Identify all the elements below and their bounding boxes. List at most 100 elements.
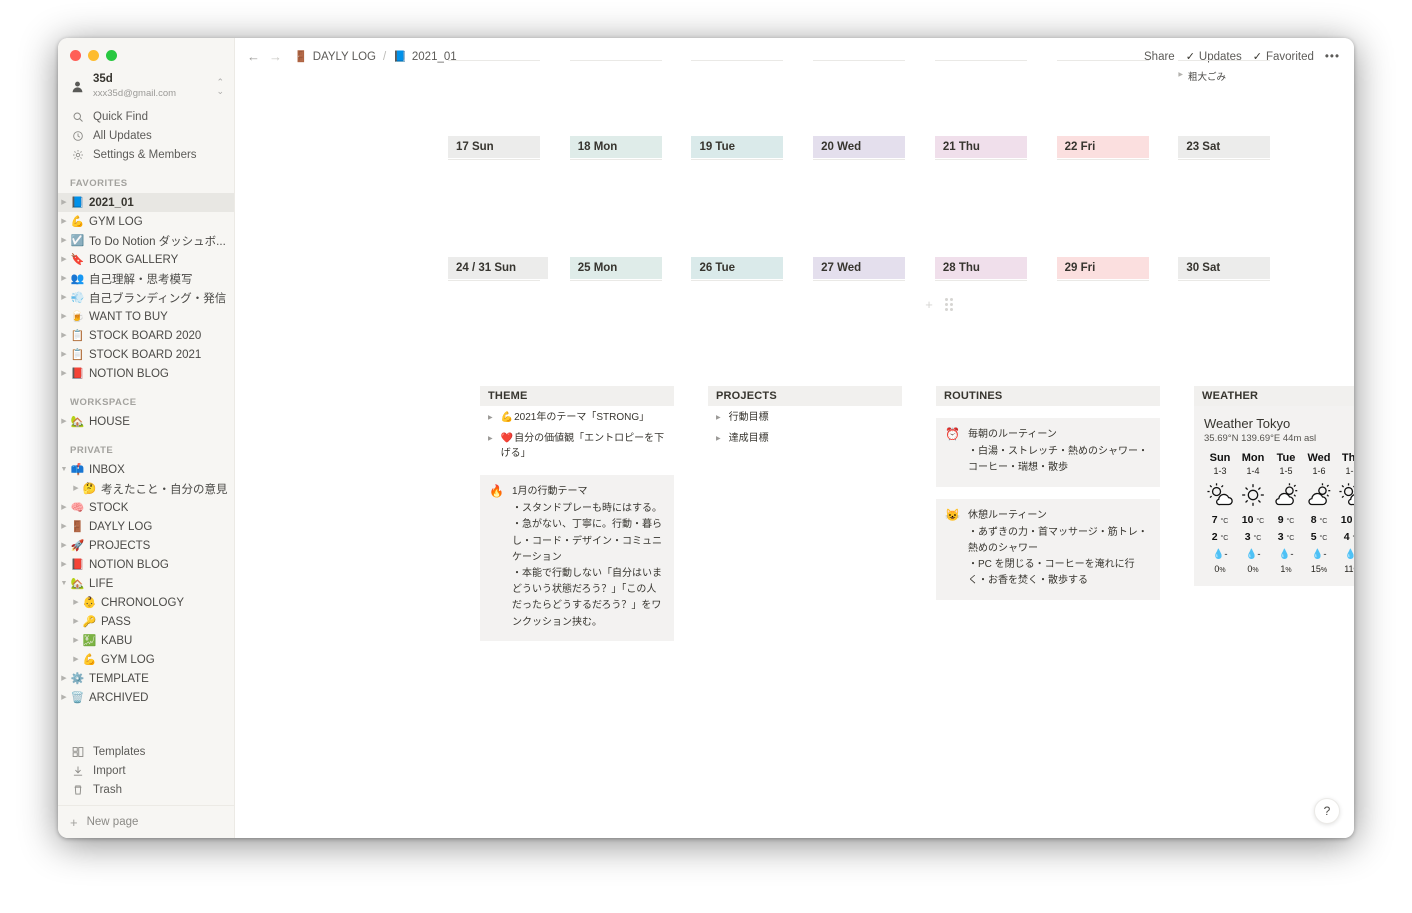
- precipitation-drop-icon: 💧-: [1278, 548, 1294, 560]
- disclosure-triangle-icon[interactable]: ▶: [58, 218, 70, 225]
- arrow-left-icon[interactable]: ←: [247, 50, 260, 63]
- disclosure-triangle-icon[interactable]: ▶: [58, 199, 70, 206]
- disclosure-triangle-icon[interactable]: ▶: [58, 561, 70, 568]
- sidebar-item-label: HOUSE: [89, 415, 130, 428]
- sidebar-page-todo-notion[interactable]: ▶ ☑️ To Do Notion ダッシュボ...: [58, 231, 234, 250]
- day-header-23-sat[interactable]: 23 Sat: [1178, 136, 1271, 158]
- disclosure-triangle-icon[interactable]: ▶: [58, 523, 70, 530]
- disclosure-triangle-icon[interactable]: ▶: [58, 542, 70, 549]
- theme-toggle-1[interactable]: ▶ ❤️自分の価値観「エントロピーを下げる」: [480, 427, 674, 463]
- sidebar-item-label: All Updates: [93, 129, 152, 142]
- disclosure-triangle-icon[interactable]: ▶: [58, 504, 70, 511]
- disclosure-triangle-icon[interactable]: ▶: [716, 414, 721, 423]
- event-label: 粗大ごみ: [1187, 72, 1226, 83]
- sidebar-page-dayly-log[interactable]: ▶ 🚪 DAYLY LOG: [58, 517, 234, 536]
- sidebar-page-stock-board-2021[interactable]: ▶ 📋 STOCK BOARD 2021: [58, 345, 234, 364]
- disclosure-triangle-icon[interactable]: ▶: [488, 435, 493, 444]
- day-header-21-thu[interactable]: 21 Thu: [934, 136, 1027, 158]
- sidebar-page-stock[interactable]: ▶ 🧠 STOCK: [58, 498, 234, 517]
- sidebar-page-gym-log[interactable]: ▶ 💪 GYM LOG: [58, 212, 234, 231]
- sidebar-page-book-gallery[interactable]: ▶ 🔖 BOOK GALLERY: [58, 250, 234, 269]
- day-header-25-mon[interactable]: 25 Mon: [569, 257, 662, 279]
- disclosure-triangle-icon[interactable]: ▶: [58, 370, 70, 377]
- sidebar-page-archived[interactable]: ▶ 🗑️ ARCHIVED: [58, 688, 234, 707]
- disclosure-triangle-icon[interactable]: ▼: [58, 580, 70, 587]
- zoom-button[interactable]: [106, 50, 117, 61]
- day-header-20-wed[interactable]: 20 Wed: [813, 136, 906, 158]
- sidebar-page-inbox[interactable]: ▼ 📫 INBOX: [58, 460, 234, 479]
- disclosure-triangle-icon[interactable]: ▶: [70, 656, 82, 663]
- arrow-right-icon[interactable]: →: [269, 50, 282, 63]
- disclosure-triangle-icon[interactable]: ▼: [58, 466, 70, 473]
- plus-icon[interactable]: +: [925, 297, 933, 312]
- projects-toggle-0[interactable]: ▶ 行動目標: [708, 406, 902, 427]
- sidebar-page-gym-log-life[interactable]: ▶ 💪 GYM LOG: [58, 650, 234, 669]
- more-options-icon[interactable]: •••: [1325, 51, 1340, 63]
- disclosure-triangle-icon[interactable]: ▶: [58, 694, 70, 701]
- sidebar-page-pass[interactable]: ▶ 🔑 PASS: [58, 612, 234, 631]
- disclosure-triangle-icon[interactable]: ▶: [58, 237, 70, 244]
- sidebar-page-self-branding[interactable]: ▶ 💨 自己ブランディング・発信: [58, 288, 234, 307]
- day-header-27-wed[interactable]: 27 Wed: [813, 257, 906, 279]
- sidebar-page-want-to-buy[interactable]: ▶ 🍺 WANT TO BUY: [58, 307, 234, 326]
- sidebar-item-trash[interactable]: Trash: [58, 780, 234, 799]
- disclosure-triangle-icon[interactable]: ▶: [58, 275, 70, 282]
- sidebar-page-notion-blog[interactable]: ▶ 📕 NOTION BLOG: [58, 555, 234, 574]
- sidebar-page-kabu[interactable]: ▶ 💹 KABU: [58, 631, 234, 650]
- day-header-24-31-sun[interactable]: 24 / 31 Sun: [448, 257, 548, 279]
- breadcrumb-separator: /: [382, 50, 387, 63]
- cell-divider: [934, 280, 1027, 281]
- sidebar-page-thoughts[interactable]: ▶ 🤔 考えたこと・自分の意見: [58, 479, 234, 498]
- sidebar-page-stock-board-2020[interactable]: ▶ 📋 STOCK BOARD 2020: [58, 326, 234, 345]
- sidebar-page-life[interactable]: ▼ 🏡 LIFE: [58, 574, 234, 593]
- disclosure-triangle-icon[interactable]: ▶: [1178, 71, 1183, 78]
- minimize-button[interactable]: [88, 50, 99, 61]
- breadcrumb-dayly-log[interactable]: 🚪 DAYLY LOG: [294, 50, 376, 64]
- projects-toggle-1[interactable]: ▶ 達成目標: [708, 427, 902, 448]
- close-button[interactable]: [70, 50, 81, 61]
- disclosure-triangle-icon[interactable]: ▶: [58, 313, 70, 320]
- calendar-event-sodaigomi[interactable]: ▶ 粗大ごみ: [1178, 69, 1300, 83]
- sidebar-item-all-updates[interactable]: All Updates: [58, 126, 234, 145]
- sidebar-page-notion-blog-fav[interactable]: ▶ 📕 NOTION BLOG: [58, 364, 234, 383]
- sidebar-page-self-understanding[interactable]: ▶ 👥 自己理解・思考模写: [58, 269, 234, 288]
- disclosure-triangle-icon[interactable]: ▶: [716, 435, 721, 444]
- day-header-18-mon[interactable]: 18 Mon: [569, 136, 662, 158]
- day-header-28-thu[interactable]: 28 Thu: [934, 257, 1027, 279]
- day-header-26-tue[interactable]: 26 Tue: [691, 257, 784, 279]
- disclosure-triangle-icon[interactable]: ▶: [58, 256, 70, 263]
- disclosure-triangle-icon[interactable]: ▶: [488, 414, 493, 423]
- fire-icon: 🔥: [489, 484, 504, 498]
- theme-toggle-0[interactable]: ▶ 💪2021年のテーマ「STRONG」: [480, 406, 674, 427]
- account-switcher[interactable]: 35d xxx35d@gmail.com ⌃ ⌄: [58, 66, 234, 107]
- drag-handle-icon[interactable]: [944, 298, 953, 311]
- day-header-19-tue[interactable]: 19 Tue: [691, 136, 784, 158]
- sidebar-item-settings-members[interactable]: Settings & Members: [58, 145, 234, 164]
- new-page-button[interactable]: + New page: [58, 805, 234, 838]
- disclosure-triangle-icon[interactable]: ▶: [58, 351, 70, 358]
- sidebar-page-template[interactable]: ▶ ⚙️ TEMPLATE: [58, 669, 234, 688]
- sidebar-item-label: STOCK BOARD 2020: [89, 329, 202, 342]
- disclosure-triangle-icon[interactable]: ▶: [58, 294, 70, 301]
- sidebar-page-projects[interactable]: ▶ 🚀 PROJECTS: [58, 536, 234, 555]
- callout-break-routine: 😺 休憩ルーティーン ・あずきの力・首マッサージ・筋トレ・熱めのシャワー ・PC…: [936, 498, 1160, 600]
- day-header-29-fri[interactable]: 29 Fri: [1056, 257, 1149, 279]
- disclosure-triangle-icon[interactable]: ▶: [58, 332, 70, 339]
- sidebar-page-house[interactable]: ▶ 🏡 HOUSE: [58, 412, 234, 431]
- disclosure-triangle-icon[interactable]: ▶: [70, 599, 82, 606]
- day-header-22-fri[interactable]: 22 Fri: [1056, 136, 1149, 158]
- sidebar-item-import[interactable]: Import: [58, 761, 234, 780]
- cell-events: [935, 182, 1057, 257]
- day-header-17-sun[interactable]: 17 Sun: [448, 136, 540, 158]
- disclosure-triangle-icon[interactable]: ▶: [70, 637, 82, 644]
- disclosure-triangle-icon[interactable]: ▶: [70, 618, 82, 625]
- sidebar-item-quick-find[interactable]: Quick Find: [58, 107, 234, 126]
- sidebar-page-chronology[interactable]: ▶ 👶 CHRONOLOGY: [58, 593, 234, 612]
- disclosure-triangle-icon[interactable]: ▶: [70, 485, 82, 492]
- day-header-30-sat[interactable]: 30 Sat: [1178, 257, 1271, 279]
- help-button[interactable]: ?: [1314, 798, 1340, 824]
- disclosure-triangle-icon[interactable]: ▶: [58, 418, 70, 425]
- sidebar-item-templates[interactable]: Templates: [58, 742, 234, 761]
- sidebar-page-2021-01[interactable]: ▶ 📘 2021_01: [58, 193, 234, 213]
- disclosure-triangle-icon[interactable]: ▶: [58, 675, 70, 682]
